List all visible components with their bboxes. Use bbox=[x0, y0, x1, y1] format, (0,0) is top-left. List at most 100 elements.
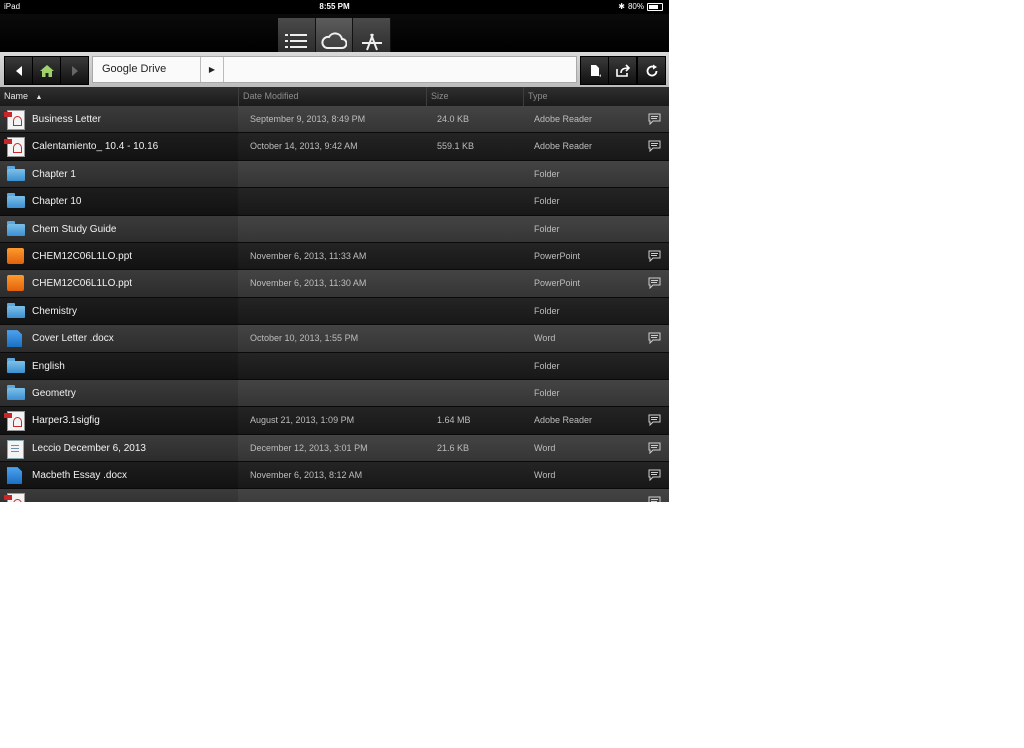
details-cell bbox=[238, 489, 669, 502]
folder-icon bbox=[7, 220, 26, 238]
file-row[interactable]: Chapter 10 Folder bbox=[0, 188, 669, 216]
file-name: Business Letter bbox=[32, 114, 101, 125]
file-date-modified: November 6, 2013, 8:12 AM bbox=[250, 470, 363, 481]
comment-icon[interactable] bbox=[648, 140, 661, 153]
file-date-modified: December 12, 2013, 3:01 PM bbox=[250, 442, 368, 453]
word-icon bbox=[7, 467, 26, 485]
file-row[interactable]: Harper3.1sigfig August 21, 2013, 1:09 PM 1… bbox=[0, 407, 669, 435]
type-column-header[interactable]: Type bbox=[523, 87, 669, 106]
powerpoint-icon bbox=[7, 247, 26, 265]
clock: 8:55 PM bbox=[319, 2, 350, 11]
file-name: Macbeth Essay .docx bbox=[32, 470, 128, 482]
home-icon bbox=[39, 64, 54, 77]
file-type: Folder bbox=[534, 387, 560, 398]
file-type: Adobe Reader bbox=[534, 114, 593, 124]
file-browser-app: iPad 8:55 PM ✱ 80% Google Drive ▶ Name ▲… bbox=[0, 0, 669, 502]
breadcrumb-location[interactable]: Google Drive bbox=[93, 57, 200, 82]
back-button[interactable] bbox=[4, 56, 33, 85]
name-column-header[interactable]: Name ▲ bbox=[0, 87, 238, 106]
file-row[interactable]: Macbeth Essay .docx November 6, 2013, 8:1… bbox=[0, 462, 669, 490]
mode-bar bbox=[0, 14, 669, 64]
name-cell bbox=[0, 489, 238, 502]
file-row[interactable]: Geometry Folder bbox=[0, 379, 669, 408]
file-name: Calentamiento_ 10.4 - 10.16 bbox=[32, 141, 159, 153]
file-type: Folder bbox=[534, 360, 560, 371]
document-icon bbox=[7, 439, 26, 459]
file-name: Geometry bbox=[32, 387, 76, 399]
status-bar: iPad 8:55 PM ✱ 80% bbox=[0, 0, 669, 14]
size-column-header[interactable]: Size bbox=[426, 87, 523, 106]
details-cell bbox=[238, 188, 669, 215]
comment-icon[interactable] bbox=[648, 414, 661, 427]
file-list: Business Letter September 9, 2013, 8:49 P… bbox=[0, 106, 669, 502]
forward-button[interactable] bbox=[60, 56, 89, 85]
file-name: Leccio December 6, 2013 bbox=[32, 442, 146, 454]
file-row[interactable]: Cover Letter .docx October 10, 2013, 1:55… bbox=[0, 325, 669, 353]
comment-icon[interactable] bbox=[648, 469, 661, 482]
comment-icon[interactable] bbox=[648, 250, 661, 262]
folder-icon bbox=[7, 384, 26, 402]
comment-icon[interactable] bbox=[648, 332, 661, 345]
file-size: 21.6 KB bbox=[437, 442, 470, 453]
breadcrumb-arrow-icon[interactable]: ▶ bbox=[200, 57, 223, 82]
file-row[interactable]: CHEM12C06L1LO.ppt November 6, 2013, 11:30… bbox=[0, 270, 669, 298]
file-type: Word bbox=[534, 442, 556, 453]
refresh-button[interactable] bbox=[637, 56, 666, 85]
details-cell bbox=[238, 215, 669, 242]
file-type: PowerPoint bbox=[534, 250, 581, 261]
date-column-header[interactable]: Date Modified bbox=[238, 87, 426, 106]
pdf-icon bbox=[4, 411, 26, 432]
share-button[interactable] bbox=[608, 56, 637, 85]
folder-icon bbox=[7, 357, 26, 375]
file-row[interactable]: Calentamiento_ 10.4 - 10.16 October 14, 2… bbox=[0, 133, 669, 161]
details-cell bbox=[238, 379, 669, 407]
file-date-modified: September 9, 2013, 8:49 PM bbox=[250, 114, 366, 124]
battery-icon bbox=[647, 3, 663, 11]
file-type: Folder bbox=[534, 168, 560, 179]
breadcrumb[interactable]: Google Drive ▶ bbox=[93, 57, 224, 82]
file-date-modified: November 6, 2013, 11:30 AM bbox=[250, 278, 367, 289]
folder-icon bbox=[7, 302, 26, 320]
file-date-modified: October 14, 2013, 9:42 AM bbox=[250, 141, 358, 152]
file-row[interactable]: Leccio December 6, 2013 December 12, 2013… bbox=[0, 434, 669, 463]
file-date-modified: August 21, 2013, 1:09 PM bbox=[250, 415, 355, 426]
refresh-icon bbox=[646, 64, 657, 76]
file-type: Adobe Reader bbox=[534, 141, 593, 152]
file-row[interactable]: Business Letter September 9, 2013, 8:49 P… bbox=[0, 106, 669, 134]
cloud-icon bbox=[321, 32, 347, 49]
file-row[interactable]: Chemistry Folder bbox=[0, 297, 669, 326]
comment-icon[interactable] bbox=[648, 113, 661, 125]
app-store-icon bbox=[361, 33, 382, 51]
details-cell bbox=[238, 352, 669, 379]
pdf-icon bbox=[4, 493, 26, 502]
comment-icon[interactable] bbox=[648, 277, 661, 290]
file-row[interactable]: Chapter 1 Folder bbox=[0, 160, 669, 189]
file-name: Cover Letter .docx bbox=[32, 333, 114, 345]
file-row[interactable] bbox=[0, 489, 669, 502]
comment-icon[interactable] bbox=[648, 496, 661, 502]
file-row[interactable]: CHEM12C06L1LO.ppt November 6, 2013, 11:33… bbox=[0, 242, 669, 271]
home-button[interactable] bbox=[32, 56, 61, 85]
file-size: 1.64 MB bbox=[437, 415, 471, 426]
file-date-modified: October 10, 2013, 1:55 PM bbox=[250, 333, 359, 344]
word-icon bbox=[7, 330, 26, 348]
new-document-button[interactable] bbox=[580, 56, 609, 85]
pdf-icon bbox=[4, 110, 26, 130]
file-type: Word bbox=[534, 470, 556, 481]
file-type: Folder bbox=[534, 196, 560, 207]
file-row[interactable]: English Folder bbox=[0, 352, 669, 380]
file-name: Harper3.1sigfig bbox=[32, 415, 100, 427]
powerpoint-icon bbox=[7, 275, 26, 292]
file-row[interactable]: Chem Study Guide Folder bbox=[0, 215, 669, 243]
comment-icon[interactable] bbox=[648, 442, 661, 454]
file-type: Word bbox=[534, 333, 556, 344]
file-size: 559.1 KB bbox=[437, 141, 475, 152]
folder-icon bbox=[7, 193, 26, 210]
file-type: Folder bbox=[534, 305, 560, 316]
navigation-bar: Google Drive ▶ bbox=[0, 52, 669, 87]
share-icon bbox=[615, 63, 630, 77]
details-cell bbox=[238, 160, 669, 188]
forward-arrow-icon bbox=[71, 65, 78, 76]
pdf-icon bbox=[4, 137, 26, 158]
file-name: Chapter 1 bbox=[32, 168, 76, 180]
